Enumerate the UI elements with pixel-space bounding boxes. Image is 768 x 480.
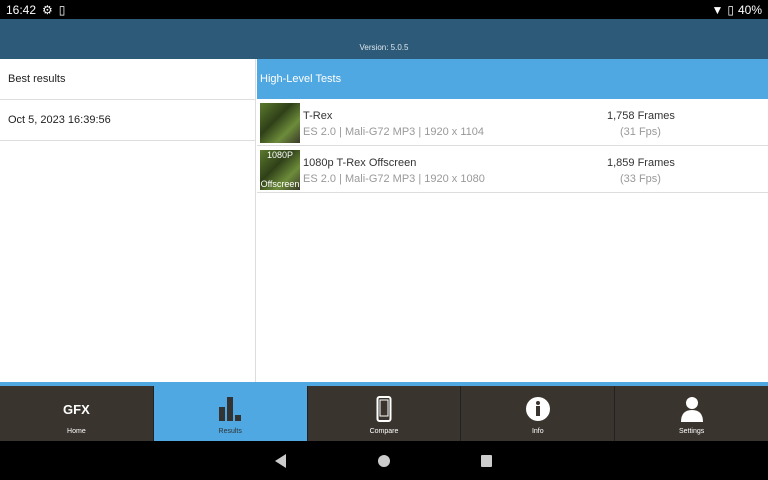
test-details: ES 2.0 | Mali-G72 MP3 | 1920 x 1080: [303, 173, 485, 185]
test-thumbnail: [260, 103, 300, 143]
test-frames: 1,758 Frames: [607, 110, 675, 122]
test-result-row[interactable]: T-Rex ES 2.0 | Mali-G72 MP3 | 1920 x 110…: [257, 99, 768, 146]
phone-icon: [308, 397, 461, 421]
wifi-icon: ▼: [711, 3, 723, 17]
tab-info[interactable]: Info: [461, 386, 615, 441]
battery-percent: 40%: [738, 3, 762, 17]
bottom-nav: GFXHome Results Compare Info Settings: [0, 386, 768, 441]
battery-icon: ▯: [727, 3, 734, 17]
results-sidebar: Best results Oct 5, 2023 16:39:56: [0, 59, 256, 383]
tab-compare[interactable]: Compare: [308, 386, 462, 441]
results-panel: High-Level Tests T-Rex ES 2.0 | Mali-G72…: [257, 59, 768, 383]
gfx-logo-icon: GFX: [0, 397, 153, 421]
test-name: 1080p T-Rex Offscreen: [303, 157, 416, 169]
test-fps: (31 Fps): [620, 126, 661, 138]
result-session-item[interactable]: Oct 5, 2023 16:39:56: [0, 100, 255, 141]
test-details: ES 2.0 | Mali-G72 MP3 | 1920 x 1104: [303, 126, 484, 138]
test-name: T-Rex: [303, 110, 332, 122]
version-label: Version: 5.0.5: [0, 43, 768, 52]
system-nav-bar: [0, 441, 768, 480]
test-frames: 1,859 Frames: [607, 157, 675, 169]
user-icon: [615, 397, 768, 421]
best-results-item[interactable]: Best results: [0, 59, 255, 100]
recents-icon[interactable]: [481, 455, 492, 467]
clock: 16:42: [6, 3, 36, 17]
tab-results[interactable]: Results: [154, 386, 308, 441]
test-result-row[interactable]: 1080POffscreen 1080p T-Rex Offscreen ES …: [257, 146, 768, 193]
app-header: Version: 5.0.5: [0, 19, 768, 59]
info-icon: [461, 397, 614, 421]
tab-home[interactable]: GFXHome: [0, 386, 154, 441]
home-icon[interactable]: [378, 455, 390, 467]
settings-gear-icon: ⚙: [42, 3, 53, 17]
tab-settings[interactable]: Settings: [615, 386, 768, 441]
test-fps: (33 Fps): [620, 173, 661, 185]
section-header: High-Level Tests: [257, 59, 768, 99]
back-icon[interactable]: [275, 454, 286, 468]
download-icon: ▯: [59, 3, 66, 17]
status-bar: 16:42 ⚙ ▯ ▼ ▯ 40%: [0, 0, 768, 19]
test-thumbnail: 1080POffscreen: [260, 150, 300, 190]
bar-chart-icon: [154, 397, 307, 421]
